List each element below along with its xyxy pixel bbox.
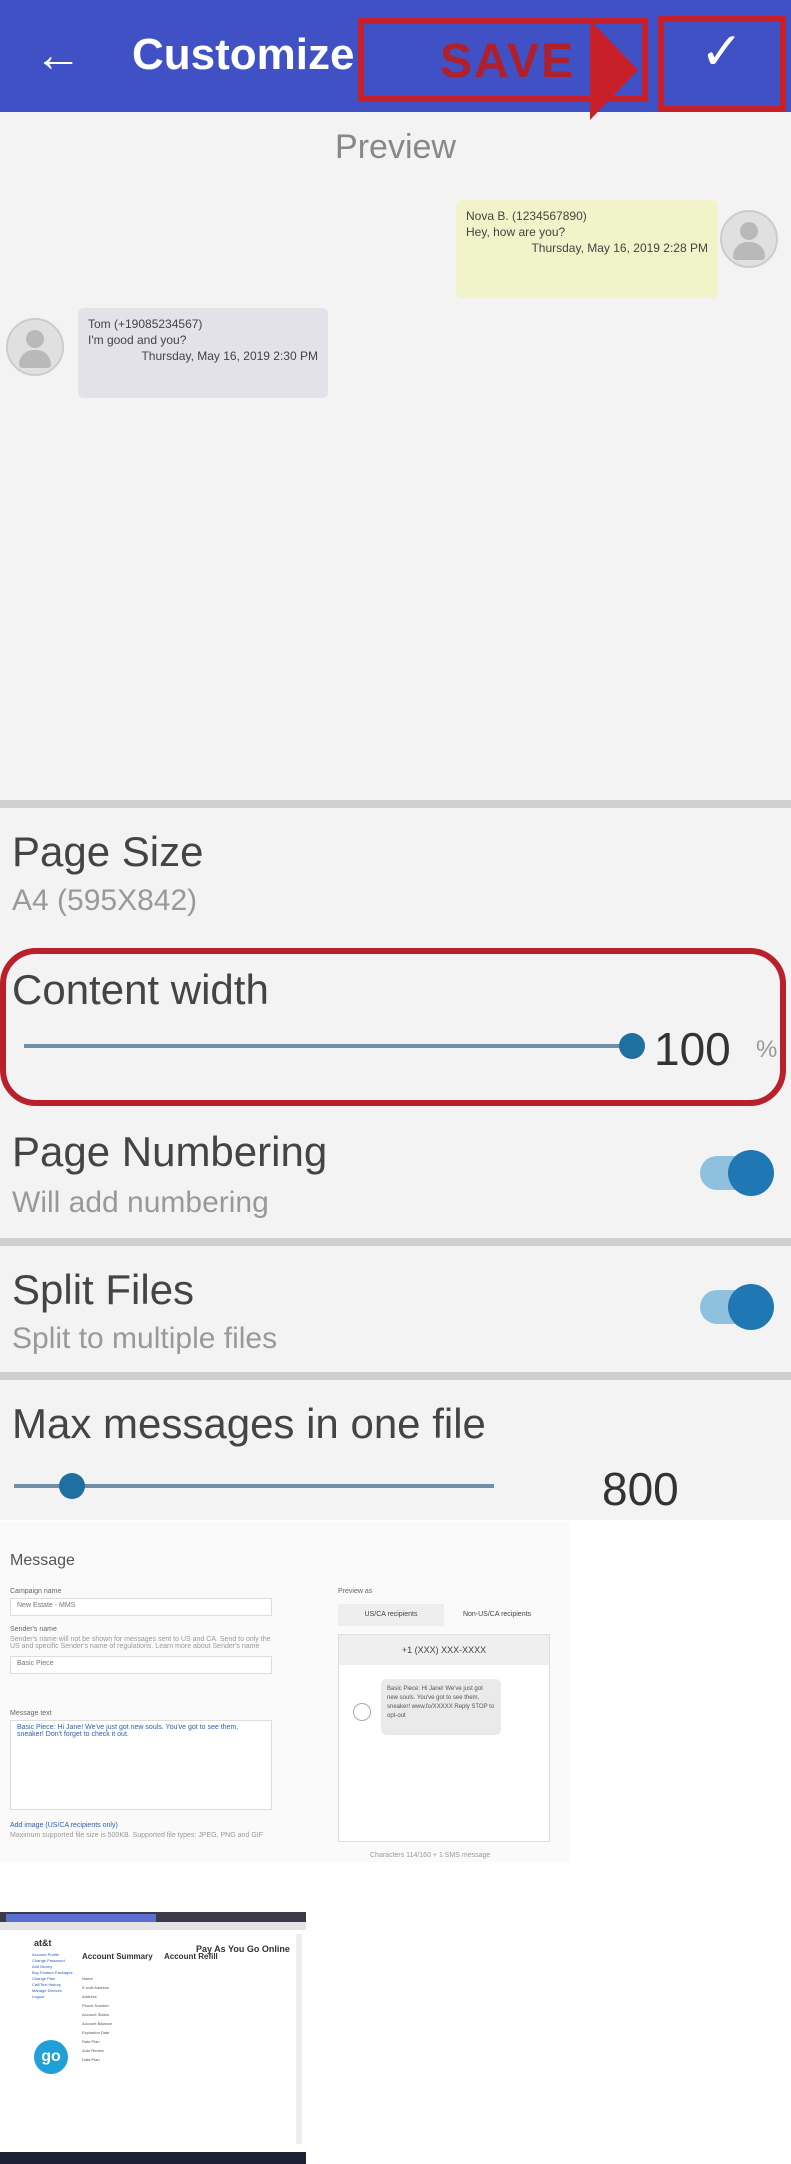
page-numbering-toggle[interactable] [700,1150,774,1196]
message-composer: Message Campaign name New Estate - MMS S… [0,1522,570,1862]
go-badge: go [34,2040,68,2074]
content-width-slider-thumb[interactable] [619,1033,645,1059]
summary-rows: Name E-mail Address Address Phone Number Acc… [82,1974,162,2064]
preview-as-label: Preview as [338,1588,373,1595]
incoming-sender: Tom (+19085234567) [88,317,203,331]
split-files-toggle[interactable] [700,1284,774,1330]
browser-tab-strip [0,1912,306,1922]
summary-row-label: Phone Number [82,2003,109,2008]
max-messages-value: 800 [602,1463,679,1515]
outgoing-sender: Nova B. (1234567890) [466,209,587,223]
message-textarea[interactable]: Basic Piece: Hi Jane! We've just got new… [10,1720,272,1810]
app-bar: ← Customize SAVE ✓ [0,0,791,120]
summary-row-label: Rate Plan [82,2039,100,2044]
nav-item[interactable]: Logout [32,1994,82,2000]
max-messages-slider-track[interactable] [14,1484,494,1488]
scrollbar[interactable] [296,1934,302,2144]
page-numbering-title: Page Numbering [12,1128,328,1175]
left-nav: Account Profile Change Password Add Money B… [32,1952,82,2000]
page-size-value: A4 (595X842) [12,884,198,917]
outgoing-time: Thursday, May 16, 2019 2:28 PM [531,241,708,255]
summary-row-label: Expiration Date [82,2030,110,2035]
summary-row-label: E-mail Address [82,1985,109,1990]
customize-screen: ← Customize SAVE ✓ Preview Nova B. (1234… [0,0,791,1520]
check-icon[interactable]: ✓ [700,22,744,82]
summary-row-label: Account Balance [82,2021,113,2026]
browser-tab[interactable] [6,1914,156,1922]
brand-logo[interactable]: at&t [34,1938,52,1948]
browser-toolbar [0,1922,306,1930]
campaign-label: Campaign name [10,1588,62,1595]
summary-row-label: Address [82,1994,97,1999]
summary-row-label: Data Plan [82,2057,100,2062]
phone-number-header: +1 (XXX) XXX-XXXX [339,1635,549,1665]
outgoing-text: Hey, how are you? [466,225,566,239]
toggle-knob [728,1284,774,1330]
page-size-title[interactable]: Page Size [12,828,203,876]
summary-row-label: Auto Renew [82,2048,104,2053]
campaign-input[interactable]: New Estate - MMS [10,1598,272,1616]
split-files-title: Split Files [12,1266,195,1313]
incoming-time: Thursday, May 16, 2019 2:30 PM [141,349,318,363]
sender-help: Sender's name will not be shown for mess… [10,1636,271,1650]
divider [0,1372,791,1380]
page-numbering-subtitle: Will add numbering [12,1186,269,1219]
composer-heading: Message [10,1552,75,1569]
arrow-left-icon[interactable]: ← [28,26,88,86]
content-width-slider-track[interactable] [24,1044,632,1048]
summary-row-label: Name [82,1976,93,1981]
max-messages-slider-thumb[interactable] [58,1473,85,1499]
account-refill-title: Account Refill [164,1952,218,1961]
incoming-message-bubble: Tom (+19085234567) I'm good and you? Thu… [78,308,328,398]
toggle-knob [728,1150,774,1196]
incoming-text: I'm good and you? [88,333,187,347]
screen-title: Customize [132,30,355,79]
image-help: Maximum supported file size is 500KB. Su… [10,1832,263,1839]
split-files-subtitle: Split to multiple files [12,1322,278,1355]
tab-us-ca[interactable]: US/CA recipients [338,1604,444,1626]
summary-row-label: Account Status [82,2012,109,2017]
tab-non-us-ca[interactable]: Non-US/CA recipients [446,1604,548,1626]
desktop-screenshot: at&t Pay As You Go Online Account Profil… [0,1912,306,2164]
content-width-value: 100 [654,1023,731,1075]
person-icon [353,1703,371,1721]
divider [0,800,791,808]
char-count: Characters 114/160 + 1 SMS message [370,1852,491,1859]
content-width-title: Content width [12,966,269,1013]
save-annotation-text: SAVE [440,35,576,88]
sms-preview-card: +1 (XXX) XXX-XXXX Basic Piece: Hi Jane! … [338,1634,550,1842]
preview-label: Preview [335,128,456,166]
avatar-icon [6,318,64,376]
taskbar [0,2152,306,2164]
account-summary-title: Account Summary [82,1952,153,1961]
sender-label: Sender's name [10,1626,57,1633]
outgoing-message-bubble: Nova B. (1234567890) Hey, how are you? T… [456,200,718,298]
sender-input[interactable]: Basic Piece [10,1656,272,1674]
annotation-arrow-icon [590,20,638,120]
sms-bubble: Basic Piece: Hi Jane! We've just got new… [381,1679,501,1735]
avatar-icon [720,210,778,268]
content-width-unit: % [756,1036,778,1063]
image-label[interactable]: Add image (US/CA recipients only) [10,1822,118,1829]
message-label: Message text [10,1710,52,1717]
max-messages-title: Max messages in one file [12,1400,486,1447]
divider [0,1238,791,1246]
